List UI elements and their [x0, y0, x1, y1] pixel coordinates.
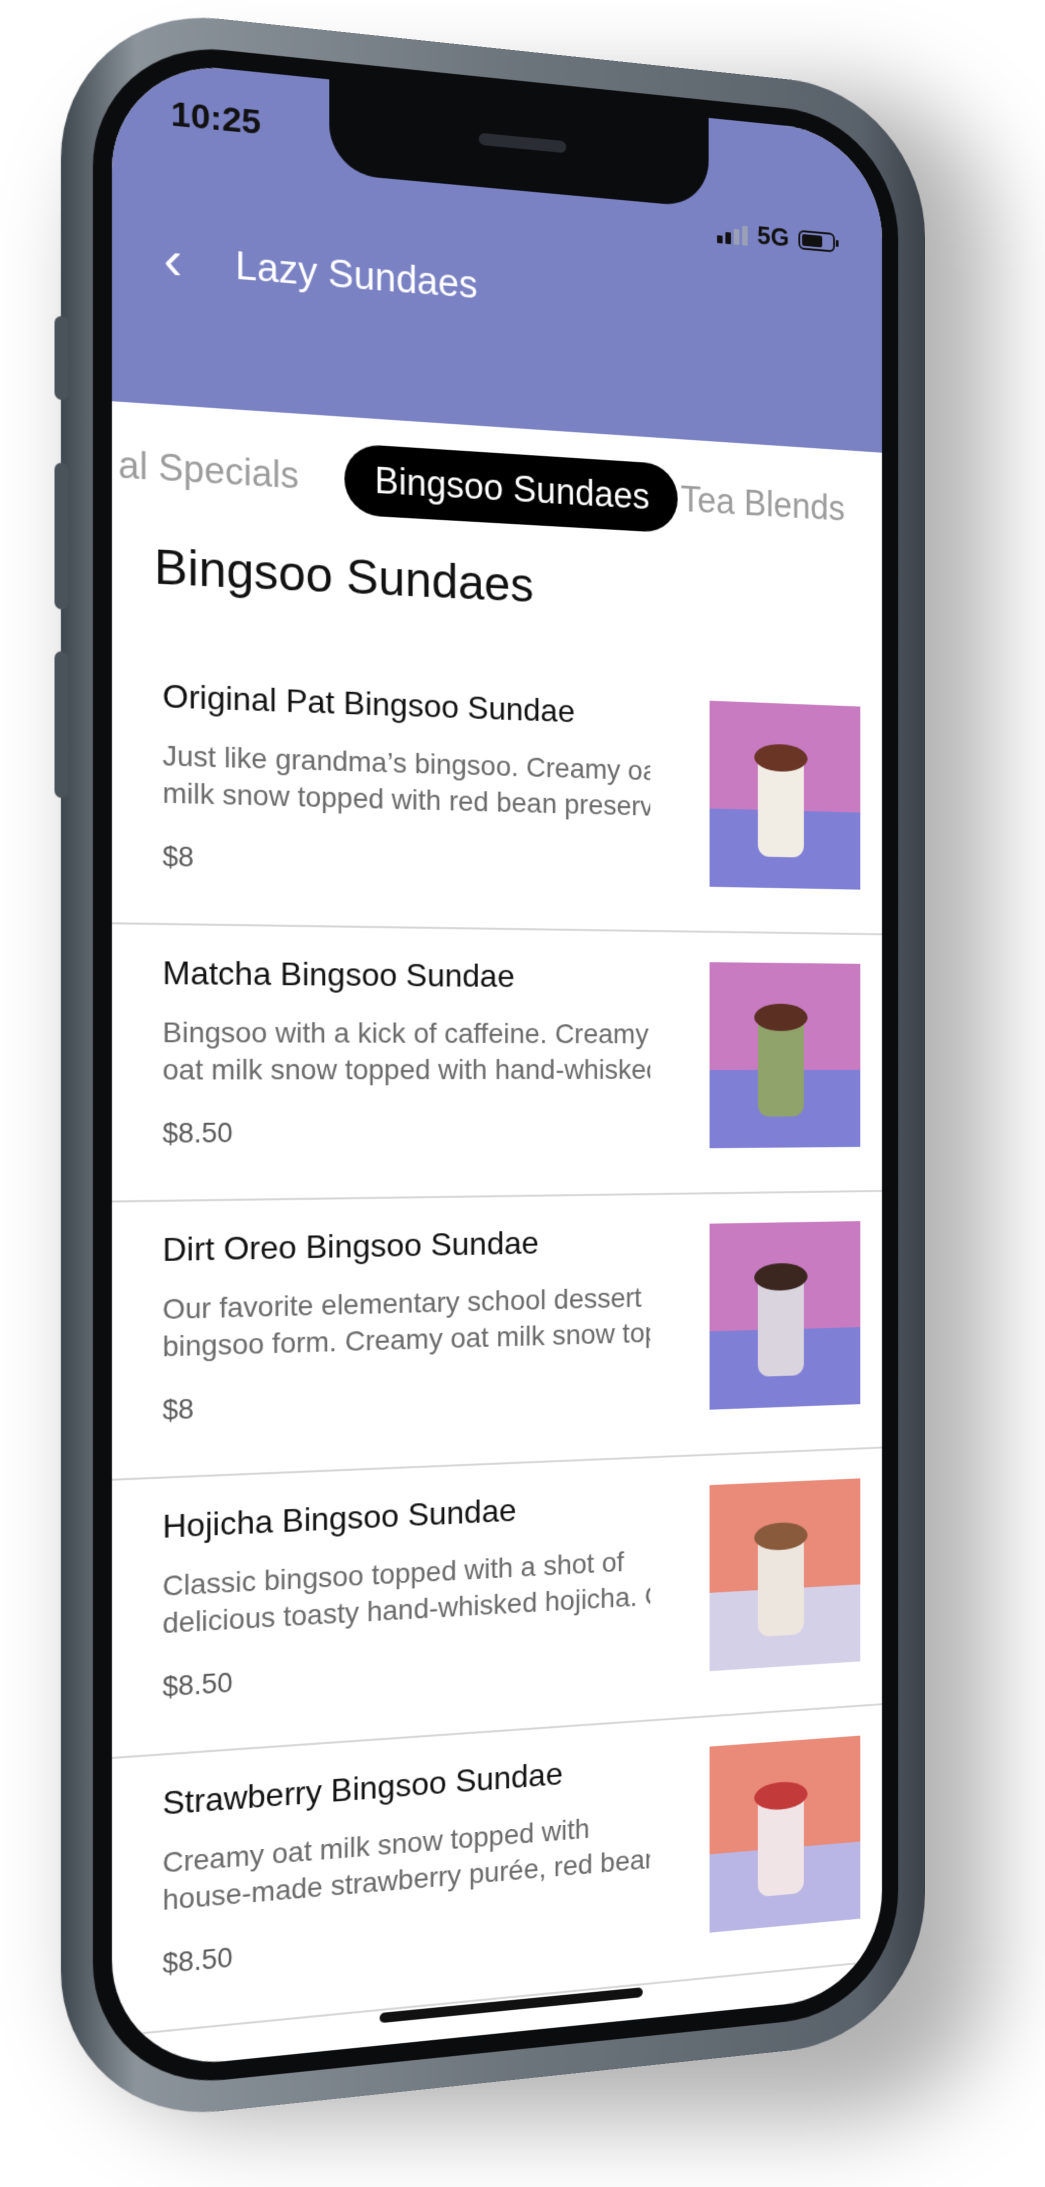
app-screen: 10:25 5G ‹ Lazy Sundaes al Specials Bing… [112, 57, 882, 2072]
menu-item-list: Original Pat Bingsoo Sundae Just like gr… [112, 646, 882, 2037]
menu-item[interactable]: Strawberry Bingsoo Sundae Creamy oat mil… [112, 1705, 882, 2037]
item-price: $8.50 [162, 1117, 232, 1150]
menu-item[interactable]: Matcha Bingsoo Sundae Bingsoo with a kic… [112, 924, 882, 1202]
item-name: Dirt Oreo Bingsoo Sundae [162, 1225, 538, 1270]
back-chevron-icon[interactable]: ‹ [141, 227, 204, 294]
item-price: $8 [162, 841, 193, 874]
item-photo [710, 1736, 861, 1933]
item-name: Strawberry Bingsoo Sundae [162, 1755, 562, 1823]
volume-down-button [54, 651, 68, 798]
item-name: Matcha Bingsoo Sundae [162, 954, 514, 995]
item-description: Our favorite elementary school dessert i… [162, 1280, 650, 1370]
item-photo [710, 701, 861, 890]
menu-item[interactable]: Original Pat Bingsoo Sundae Just like gr… [112, 646, 882, 935]
item-price: $8 [162, 1394, 193, 1427]
item-price: $8.50 [162, 1667, 232, 1703]
signal-icon [717, 221, 748, 245]
tab-bingsoo-sundaes[interactable]: Bingsoo Sundaes [344, 443, 677, 533]
tab-specials[interactable]: al Specials [112, 427, 329, 514]
item-desc-line: oat milk snow topped with hand-whisked [162, 1052, 650, 1089]
item-description: Just like grandma’s bingsoo. Creamy oat … [162, 737, 650, 828]
item-photo [710, 962, 861, 1148]
screen-bezel: 10:25 5G ‹ Lazy Sundaes al Specials Bing… [93, 37, 898, 2094]
menu-item[interactable]: Dirt Oreo Bingsoo Sundae Our favorite el… [112, 1192, 882, 1481]
battery-icon [798, 229, 835, 252]
speaker-grille [479, 133, 567, 153]
phone-device: 10:25 5G ‹ Lazy Sundaes al Specials Bing… [61, 2, 925, 2128]
page-title: Lazy Sundaes [235, 245, 477, 308]
mute-switch [54, 316, 68, 401]
volume-up-button [54, 462, 68, 609]
item-price: $8.50 [162, 1942, 232, 1980]
item-photo [710, 1478, 861, 1671]
item-name: Hojicha Bingsoo Sundae [162, 1492, 516, 1546]
item-name: Original Pat Bingsoo Sundae [162, 677, 574, 730]
status-time: 10:25 [171, 94, 261, 143]
item-description: Creamy oat milk snow topped with house-m… [162, 1806, 650, 1923]
network-label: 5G [757, 220, 789, 253]
status-icons: 5G [717, 217, 835, 258]
item-description: Bingsoo with a kick of caffeine. Creamy … [162, 1014, 650, 1093]
item-description: Classic bingsoo topped with a shot of de… [162, 1543, 650, 1647]
section-heading: Bingsoo Sundaes [154, 539, 534, 614]
item-photo [710, 1221, 861, 1410]
item-desc-line: Bingsoo with a kick of caffeine. Creamy [162, 1014, 650, 1052]
tab-tea-blends[interactable]: Tea Blends [652, 463, 872, 544]
